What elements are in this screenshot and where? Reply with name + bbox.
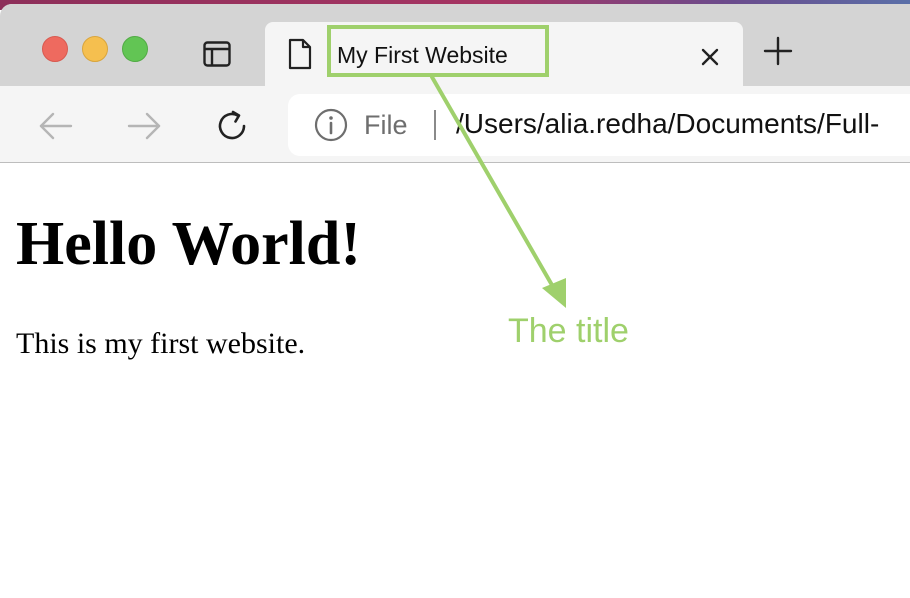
zoom-window-button[interactable] (122, 36, 148, 62)
document-icon (288, 38, 312, 70)
page-paragraph: This is my first website. (16, 327, 306, 360)
url-separator (434, 110, 436, 140)
page-content: Hello World! This is my first website. (0, 163, 910, 598)
url-path[interactable]: /Users/alia.redha/Documents/Full- (456, 108, 879, 140)
annotation-label: The title (508, 312, 629, 350)
tab-title: My First Website (337, 42, 508, 68)
toolbar: File /Users/alia.redha/Documents/Full- (0, 86, 910, 163)
sidebar-icon[interactable] (203, 40, 231, 68)
screenshot-frame: My First Website File /Users/alia.redha/… (0, 0, 910, 598)
close-icon[interactable] (699, 46, 721, 68)
tab-bar: My First Website (0, 4, 910, 86)
close-window-button[interactable] (42, 36, 68, 62)
page-heading: Hello World! (16, 210, 362, 278)
address-bar[interactable]: File /Users/alia.redha/Documents/Full- (288, 94, 910, 156)
arrow-left-icon[interactable] (38, 108, 74, 144)
arrow-right-icon[interactable] (126, 108, 162, 144)
plus-icon[interactable] (763, 36, 793, 66)
tab-active[interactable]: My First Website (265, 22, 743, 86)
reload-icon[interactable] (214, 108, 250, 144)
url-scheme-label: File (364, 110, 408, 140)
browser-window: My First Website File /Users/alia.redha/… (0, 4, 910, 598)
minimize-window-button[interactable] (82, 36, 108, 62)
info-icon[interactable] (314, 108, 348, 142)
